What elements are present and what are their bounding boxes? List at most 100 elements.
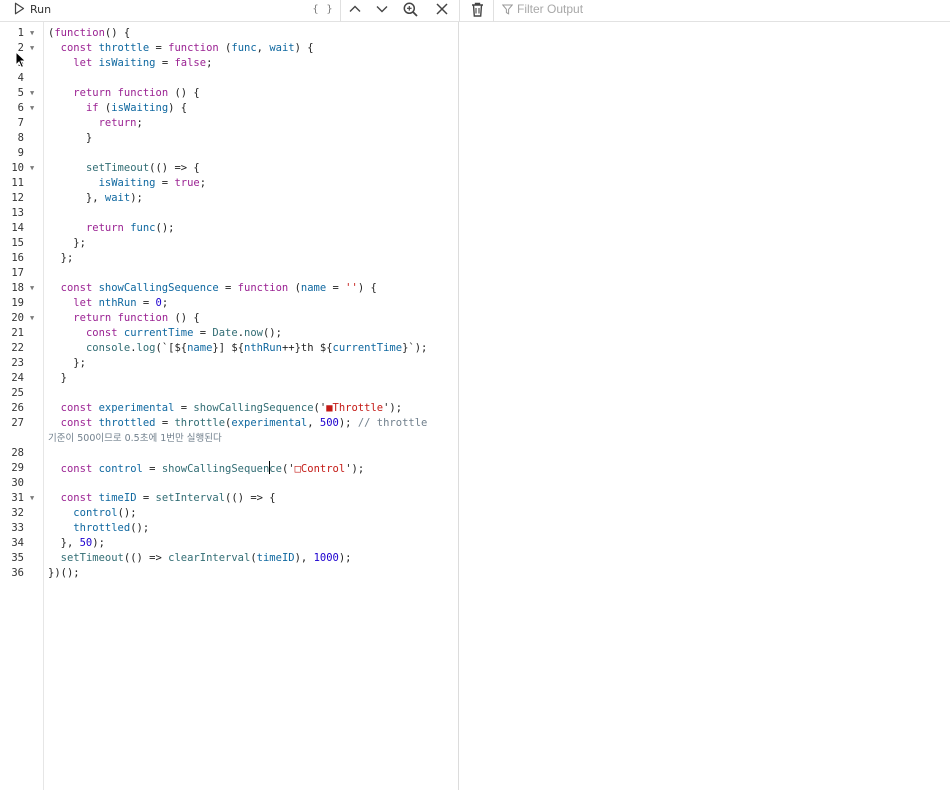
code-line[interactable]: 8 } xyxy=(18,131,458,146)
code-token: ); xyxy=(338,417,358,429)
code-token: () { xyxy=(104,27,131,39)
code-token: ) { xyxy=(294,42,314,54)
code-token: })(); xyxy=(48,567,80,579)
fold-toggle-icon[interactable]: ▼ xyxy=(30,491,34,506)
fold-toggle-icon[interactable]: ▼ xyxy=(30,311,34,326)
fold-toggle-icon[interactable]: ▼ xyxy=(30,161,34,176)
code-token: func xyxy=(231,42,257,54)
code-line[interactable]: 33 throttled(); xyxy=(11,521,458,536)
chevron-up-icon[interactable] xyxy=(346,0,364,18)
code-line[interactable]: 26 const experimental = showCallingSeque… xyxy=(11,401,458,416)
code-token: = xyxy=(326,282,346,294)
code-line[interactable]: 31 ▼ const timeID = setInterval(() => { xyxy=(11,491,458,506)
code-editor[interactable]: 1 ▼ (function() {2 ▼ const throttle = funct… xyxy=(0,22,459,790)
line-number: 36 xyxy=(11,567,24,579)
code-line[interactable]: 34 }, 50); xyxy=(11,536,458,551)
code-line[interactable]: 28 xyxy=(11,446,458,461)
code-token: ; xyxy=(206,57,213,69)
mouse-pointer-icon xyxy=(15,51,27,69)
line-number: 12 xyxy=(11,192,24,204)
code-line[interactable]: 16 }; xyxy=(11,251,458,266)
code-token: isWaiting xyxy=(98,177,156,189)
code-line[interactable]: 29 const control = showCallingSequence('… xyxy=(11,461,458,476)
code-token: }] ${ xyxy=(212,342,245,354)
line-number: 15 xyxy=(11,237,24,249)
code-line[interactable]: 4 xyxy=(18,71,458,86)
code-token: 1000 xyxy=(313,552,339,564)
code-line[interactable]: 9 xyxy=(18,146,458,161)
code-line[interactable]: 12 }, wait); xyxy=(11,191,458,206)
code-token: ), xyxy=(294,552,314,564)
code-line[interactable]: 3 let isWaiting = false; xyxy=(18,56,458,71)
code-line[interactable]: 17 xyxy=(11,266,458,281)
braces-icon[interactable]: { } xyxy=(312,0,334,18)
line-number: 16 xyxy=(11,252,24,264)
code-line[interactable]: 23 }; xyxy=(11,356,458,371)
code-token: const xyxy=(60,42,93,54)
code-line[interactable]: 36 })(); xyxy=(11,566,458,581)
line-number: 19 xyxy=(11,297,24,309)
code-token: (() => { xyxy=(225,492,276,504)
search-zoom-icon[interactable] xyxy=(401,0,419,18)
code-line[interactable]: 11 isWaiting = true; xyxy=(11,176,458,191)
filter-output xyxy=(501,0,717,18)
code-line[interactable]: 21 const currentTime = Date.now(); xyxy=(11,326,458,341)
code-token: const xyxy=(60,282,93,294)
line-number: 14 xyxy=(11,222,24,234)
trash-icon[interactable] xyxy=(468,0,486,18)
code-line[interactable]: 18 ▼ const showCallingSequence = function… xyxy=(11,281,458,296)
code-line[interactable]: 10 ▼ setTimeout(() => { xyxy=(11,161,458,176)
code-token: nthRun xyxy=(98,297,137,309)
code-line[interactable]: 35 setTimeout(() => clearInterval(timeID… xyxy=(11,551,458,566)
code-token: func xyxy=(130,222,156,234)
code-token: ) { xyxy=(357,282,377,294)
filter-output-input[interactable] xyxy=(517,2,717,16)
code-line[interactable]: 22 console.log(`[${name}] ${nthRun++}th … xyxy=(11,341,458,356)
code-token: , xyxy=(307,417,320,429)
console-output xyxy=(460,22,950,790)
code-token: '' xyxy=(345,282,358,294)
code-line[interactable]: 7 return; xyxy=(18,116,458,131)
run-button[interactable]: Run xyxy=(14,0,51,18)
code-line[interactable]: 20 ▼ return function () { xyxy=(11,311,458,326)
code-token: (); xyxy=(117,507,137,519)
fold-toggle-icon[interactable]: ▼ xyxy=(30,86,34,101)
chevron-down-icon[interactable] xyxy=(373,0,391,18)
code-token: 50 xyxy=(79,537,93,549)
code-line[interactable]: 6 ▼ if (isWaiting) { xyxy=(18,101,458,116)
code-line[interactable]: 24 } xyxy=(11,371,458,386)
code-line[interactable]: 15 }; xyxy=(11,236,458,251)
code-token: throttled xyxy=(98,417,156,429)
code-token: = xyxy=(149,42,169,54)
close-icon[interactable] xyxy=(433,0,451,18)
code-line[interactable]: 14 return func(); xyxy=(11,221,458,236)
code-line[interactable]: 30 xyxy=(11,476,458,491)
line-number: 34 xyxy=(11,537,24,549)
code-line[interactable]: 2 ▼ const throttle = function (func, wait… xyxy=(18,41,458,56)
code-token: ++}th ${ xyxy=(281,342,333,354)
code-token: = xyxy=(136,492,156,504)
code-line[interactable]: 32 control(); xyxy=(11,506,458,521)
code-line[interactable]: 19 let nthRun = 0; xyxy=(11,296,458,311)
code-token: ; xyxy=(199,177,207,189)
fold-toggle-icon[interactable]: ▼ xyxy=(30,101,34,116)
fold-toggle-icon[interactable]: ▼ xyxy=(30,26,34,41)
code-token: control xyxy=(73,507,118,519)
fold-toggle-icon[interactable]: ▼ xyxy=(30,41,34,56)
code-token: (); xyxy=(130,522,150,534)
code-token: function xyxy=(117,312,169,324)
fold-toggle-icon[interactable]: ▼ xyxy=(30,281,34,296)
code-line[interactable]: 27 const throttled = throttle(experiment… xyxy=(11,416,458,431)
code-area[interactable]: 1 ▼ (function() {2 ▼ const throttle = funct… xyxy=(11,26,458,581)
code-line[interactable]: 5 ▼ return function () { xyxy=(18,86,458,101)
code-line[interactable]: 13 xyxy=(11,206,458,221)
code-line-wrapped[interactable]: 기준이 500이므로 0.5초에 1번만 실행된다 xyxy=(48,431,458,446)
code-token: const xyxy=(60,417,93,429)
code-line[interactable]: 25 xyxy=(11,386,458,401)
code-token: const xyxy=(85,327,118,339)
code-token: ); xyxy=(338,552,352,564)
code-line[interactable]: 1 ▼ (function() { xyxy=(18,26,458,41)
